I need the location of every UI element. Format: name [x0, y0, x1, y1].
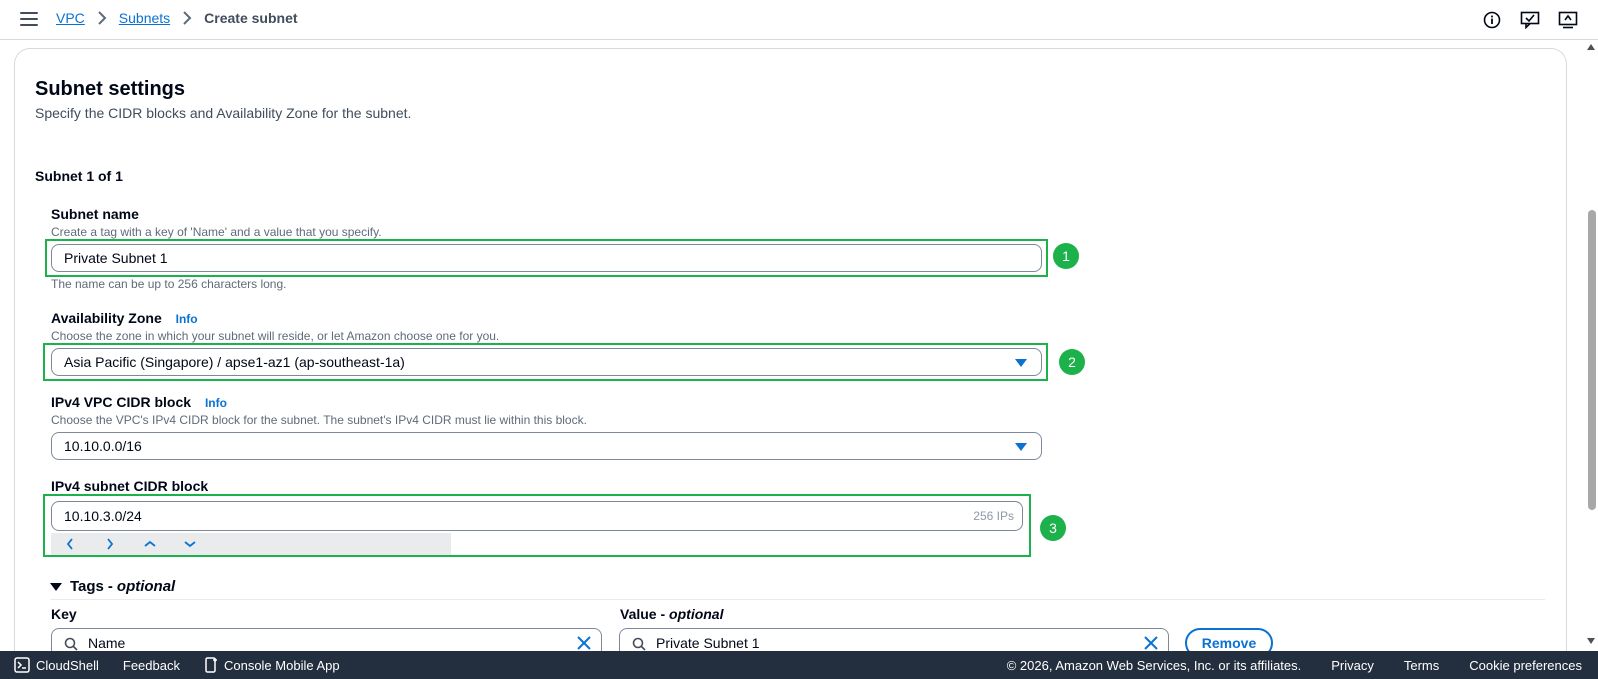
tag-value-label-text: Value: [620, 606, 657, 622]
mobile-app-icon: [204, 657, 218, 673]
breadcrumb-current: Create subnet: [204, 10, 298, 26]
tag-key-label: Key: [51, 606, 77, 622]
subnet-name-label: Subnet name: [51, 206, 139, 222]
scroll-up-arrow-icon[interactable]: [1587, 44, 1595, 50]
ipv4-vpc-cidr-description: Choose the VPC's IPv4 CIDR block for the…: [51, 413, 587, 427]
notifications-icon[interactable]: [1558, 10, 1578, 30]
subnet-count: Subnet 1 of 1: [35, 168, 123, 184]
ipv4-vpc-cidr-select[interactable]: 10.10.0.0/16: [51, 432, 1042, 460]
ipv4-subnet-cidr-input[interactable]: 10.10.3.0/24 256 IPs: [51, 501, 1023, 531]
chevron-down-icon[interactable]: [183, 537, 197, 551]
availability-zone-label: Availability Zone Info: [51, 310, 198, 326]
console-mobile-app-link[interactable]: Console Mobile App: [204, 657, 340, 673]
subnet-name-constraint: The name can be up to 256 characters lon…: [51, 277, 287, 291]
availability-zone-description: Choose the zone in which your subnet wil…: [51, 329, 500, 343]
breadcrumb-subnets[interactable]: Subnets: [119, 10, 170, 26]
privacy-link[interactable]: Privacy: [1331, 658, 1374, 673]
caret-down-icon: [1015, 443, 1027, 451]
top-navigation-bar: VPC Subnets Create subnet: [0, 0, 1598, 40]
tags-header-text: Tags: [70, 578, 104, 595]
section-title: Subnet settings: [35, 78, 186, 100]
tags-optional-text: optional: [116, 578, 176, 595]
footer-bar: CloudShell Feedback Console Mobile App ©…: [0, 651, 1598, 679]
tag-value-value: Private Subnet 1: [656, 635, 760, 651]
tag-key-value: Name: [88, 635, 126, 651]
chevron-right-icon: [182, 11, 192, 25]
footer-right: © 2026, Amazon Web Services, Inc. or its…: [1007, 651, 1582, 679]
annotation-badge-3: 3: [1040, 515, 1066, 541]
cidr-navigation-strip: [51, 533, 451, 555]
chevron-right-icon[interactable]: [103, 537, 117, 551]
console-mobile-app-label: Console Mobile App: [223, 657, 340, 673]
section-description: Specify the CIDR blocks and Availability…: [35, 105, 412, 121]
tags-expand-toggle[interactable]: Tags - optional: [50, 578, 175, 595]
breadcrumb-vpc[interactable]: VPC: [56, 10, 85, 26]
tag-value-label: Value - optional: [620, 606, 724, 622]
availability-zone-info-link[interactable]: Info: [176, 312, 198, 326]
menu-icon[interactable]: [20, 12, 38, 26]
annotation-badge-1: 1: [1053, 243, 1079, 269]
footer-left: CloudShell Feedback Console Mobile App: [14, 651, 340, 679]
ipv4-vpc-cidr-label: IPv4 VPC CIDR block Info: [51, 394, 227, 410]
ipv4-vpc-cidr-label-text: IPv4 VPC CIDR block: [51, 394, 192, 410]
cookie-preferences-link[interactable]: Cookie preferences: [1469, 658, 1582, 673]
availability-zone-value: Asia Pacific (Singapore) / apse1-az1 (ap…: [64, 354, 405, 370]
subnet-name-input[interactable]: Private Subnet 1: [51, 244, 1042, 272]
top-icons: [1482, 10, 1578, 30]
feedback-link[interactable]: Feedback: [123, 658, 180, 673]
annotation-badge-2: 2: [1059, 349, 1085, 375]
copyright-text: © 2026, Amazon Web Services, Inc. or its…: [1006, 657, 1302, 673]
cloudshell-label: CloudShell: [36, 657, 99, 673]
chevron-left-icon[interactable]: [63, 537, 77, 551]
availability-zone-select[interactable]: Asia Pacific (Singapore) / apse1-az1 (ap…: [51, 348, 1042, 376]
ipv4-vpc-cidr-value: 10.10.0.0/16: [64, 438, 142, 454]
info-icon[interactable]: [1482, 10, 1502, 30]
ip-count: 256 IPs: [973, 509, 1014, 523]
caret-down-icon: [1015, 359, 1027, 367]
ipv4-subnet-cidr-value: 10.10.3.0/24: [64, 508, 142, 524]
scrollbar-thumb[interactable]: [1588, 210, 1596, 510]
subnet-name-description: Create a tag with a key of 'Name' and a …: [51, 225, 382, 239]
cloudshell-button[interactable]: CloudShell: [14, 657, 99, 673]
breadcrumb: VPC Subnets Create subnet: [56, 10, 298, 26]
ipv4-vpc-cidr-info-link[interactable]: Info: [205, 396, 227, 410]
terminal-icon: [14, 657, 30, 673]
availability-zone-label-text: Availability Zone: [51, 310, 162, 326]
tags-divider: [50, 599, 1545, 600]
tag-value-optional-text: optional: [669, 606, 724, 622]
caret-down-icon: [50, 582, 62, 591]
terms-link[interactable]: Terms: [1404, 658, 1439, 673]
chevron-up-icon[interactable]: [143, 537, 157, 551]
feedback-icon[interactable]: [1520, 10, 1540, 30]
subnet-name-value: Private Subnet 1: [64, 250, 168, 266]
scroll-down-arrow-icon[interactable]: [1587, 638, 1595, 644]
chevron-right-icon: [97, 11, 107, 25]
ipv4-subnet-cidr-label: IPv4 subnet CIDR block: [51, 478, 209, 494]
